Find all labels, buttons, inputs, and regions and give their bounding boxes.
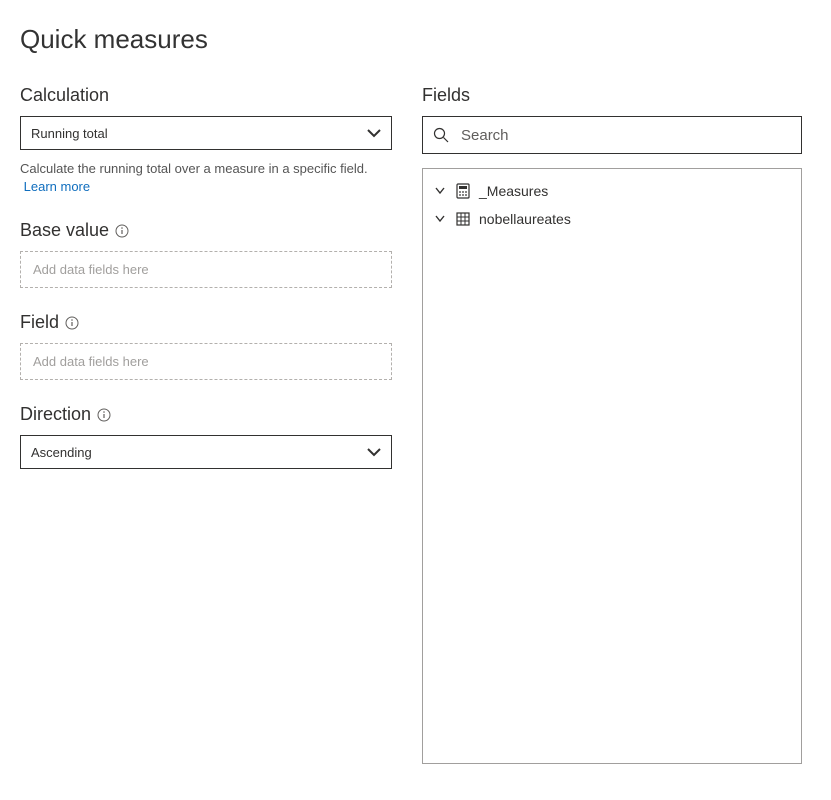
chevron-down-icon — [433, 187, 447, 195]
calculation-select[interactable]: Running total — [20, 116, 392, 150]
calculator-icon — [455, 183, 471, 199]
right-column: Fields _Mea — [422, 85, 802, 764]
direction-label-text: Direction — [20, 404, 91, 425]
field-dropzone[interactable]: Add data fields here — [20, 343, 392, 380]
info-icon[interactable] — [115, 224, 129, 238]
base-value-dropzone[interactable]: Add data fields here — [20, 251, 392, 288]
table-label: nobellaureates — [479, 211, 571, 227]
learn-more-link[interactable]: Learn more — [24, 179, 90, 194]
calculation-label-text: Calculation — [20, 85, 109, 106]
base-value-label-text: Base value — [20, 220, 109, 241]
page-title: Quick measures — [20, 24, 811, 55]
direction-select[interactable]: Ascending — [20, 435, 392, 469]
chevron-down-icon — [367, 447, 381, 457]
field-label-text: Field — [20, 312, 59, 333]
search-icon — [433, 127, 449, 143]
info-icon[interactable] — [65, 316, 79, 330]
left-column: Calculation Running total Calculate the … — [20, 85, 392, 764]
fields-label-text: Fields — [422, 85, 470, 106]
search-input[interactable] — [459, 126, 791, 145]
direction-group: Direction Ascending — [20, 404, 392, 469]
fields-search[interactable] — [422, 116, 802, 154]
field-label: Field — [20, 312, 392, 333]
calculation-help-text: Calculate the running total over a measu… — [20, 161, 368, 176]
table-icon — [455, 212, 471, 226]
chevron-down-icon — [367, 128, 381, 138]
field-group: Field Add data fields here — [20, 312, 392, 380]
calculation-help: Calculate the running total over a measu… — [20, 160, 392, 196]
fields-panel: _Measures nobellaureates — [422, 168, 802, 764]
fields-label: Fields — [422, 85, 802, 106]
info-icon[interactable] — [97, 408, 111, 422]
calculation-select-value: Running total — [31, 126, 108, 141]
main-columns: Calculation Running total Calculate the … — [20, 85, 811, 764]
calculation-label: Calculation — [20, 85, 392, 106]
base-value-group: Base value Add data fields here — [20, 220, 392, 288]
table-measures[interactable]: _Measures — [429, 177, 795, 205]
direction-select-value: Ascending — [31, 445, 92, 460]
table-label: _Measures — [479, 183, 548, 199]
chevron-down-icon — [433, 215, 447, 223]
base-value-label: Base value — [20, 220, 392, 241]
table-nobellaureates[interactable]: nobellaureates — [429, 205, 795, 233]
direction-label: Direction — [20, 404, 392, 425]
